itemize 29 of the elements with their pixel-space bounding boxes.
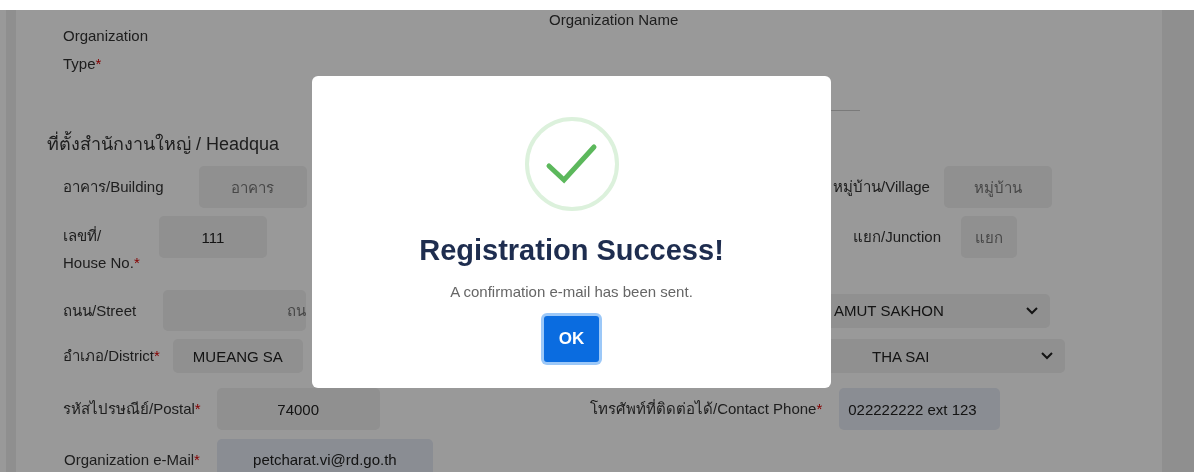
field-label: Organization Type* [63, 26, 150, 74]
chevron-down-icon [1026, 306, 1038, 315]
ok-button[interactable]: OK [544, 316, 599, 362]
field-label: เลขที่/ House No.* [63, 225, 141, 273]
chevron-down-icon [1041, 352, 1053, 360]
section-heading: ที่ตั้งสำนักงานใหญ่ / Headqua [47, 129, 1162, 158]
dialog-message: A confirmation e-mail has been sent. [450, 283, 693, 300]
subdistrict-select[interactable]: THA SAI [831, 339, 1065, 373]
input-field[interactable]: 111 [159, 216, 267, 258]
input-field[interactable]: หมู่บ้าน [943, 166, 1052, 208]
input-field[interactable]: แยก [961, 216, 1018, 258]
field-label: อำเภอ/District* [63, 346, 160, 366]
field-label: โทรศัพท์ที่ติดต่อได้/Contact Phone* [590, 398, 823, 419]
dialog-title: Registration Success! [419, 234, 724, 267]
field-label: รหัสไปรษณีย์/Postal* [63, 399, 201, 419]
field-label: หมู่บ้าน/Village [833, 177, 930, 198]
field-label: Organization Name [549, 11, 679, 28]
checkmark-icon [523, 116, 620, 212]
field-label: แยก/Junction [853, 227, 942, 247]
input-field[interactable]: ถน [163, 290, 307, 331]
input-field[interactable]: 74000 [216, 388, 380, 430]
field-label: Organization e-Mail* [64, 450, 200, 468]
province-select[interactable]: AMUT SAKHON [831, 293, 1050, 328]
input-field[interactable]: petcharat.vi@rd.go.th [216, 439, 433, 472]
input-field[interactable]: MUEANG SA [172, 339, 303, 373]
input-field[interactable]: 022222222 ext 123 [839, 388, 1001, 430]
field-label: อาคาร/Building [63, 177, 164, 197]
input-field[interactable]: อาคาร [198, 166, 307, 208]
field-label: ถนน/Street [63, 300, 137, 321]
